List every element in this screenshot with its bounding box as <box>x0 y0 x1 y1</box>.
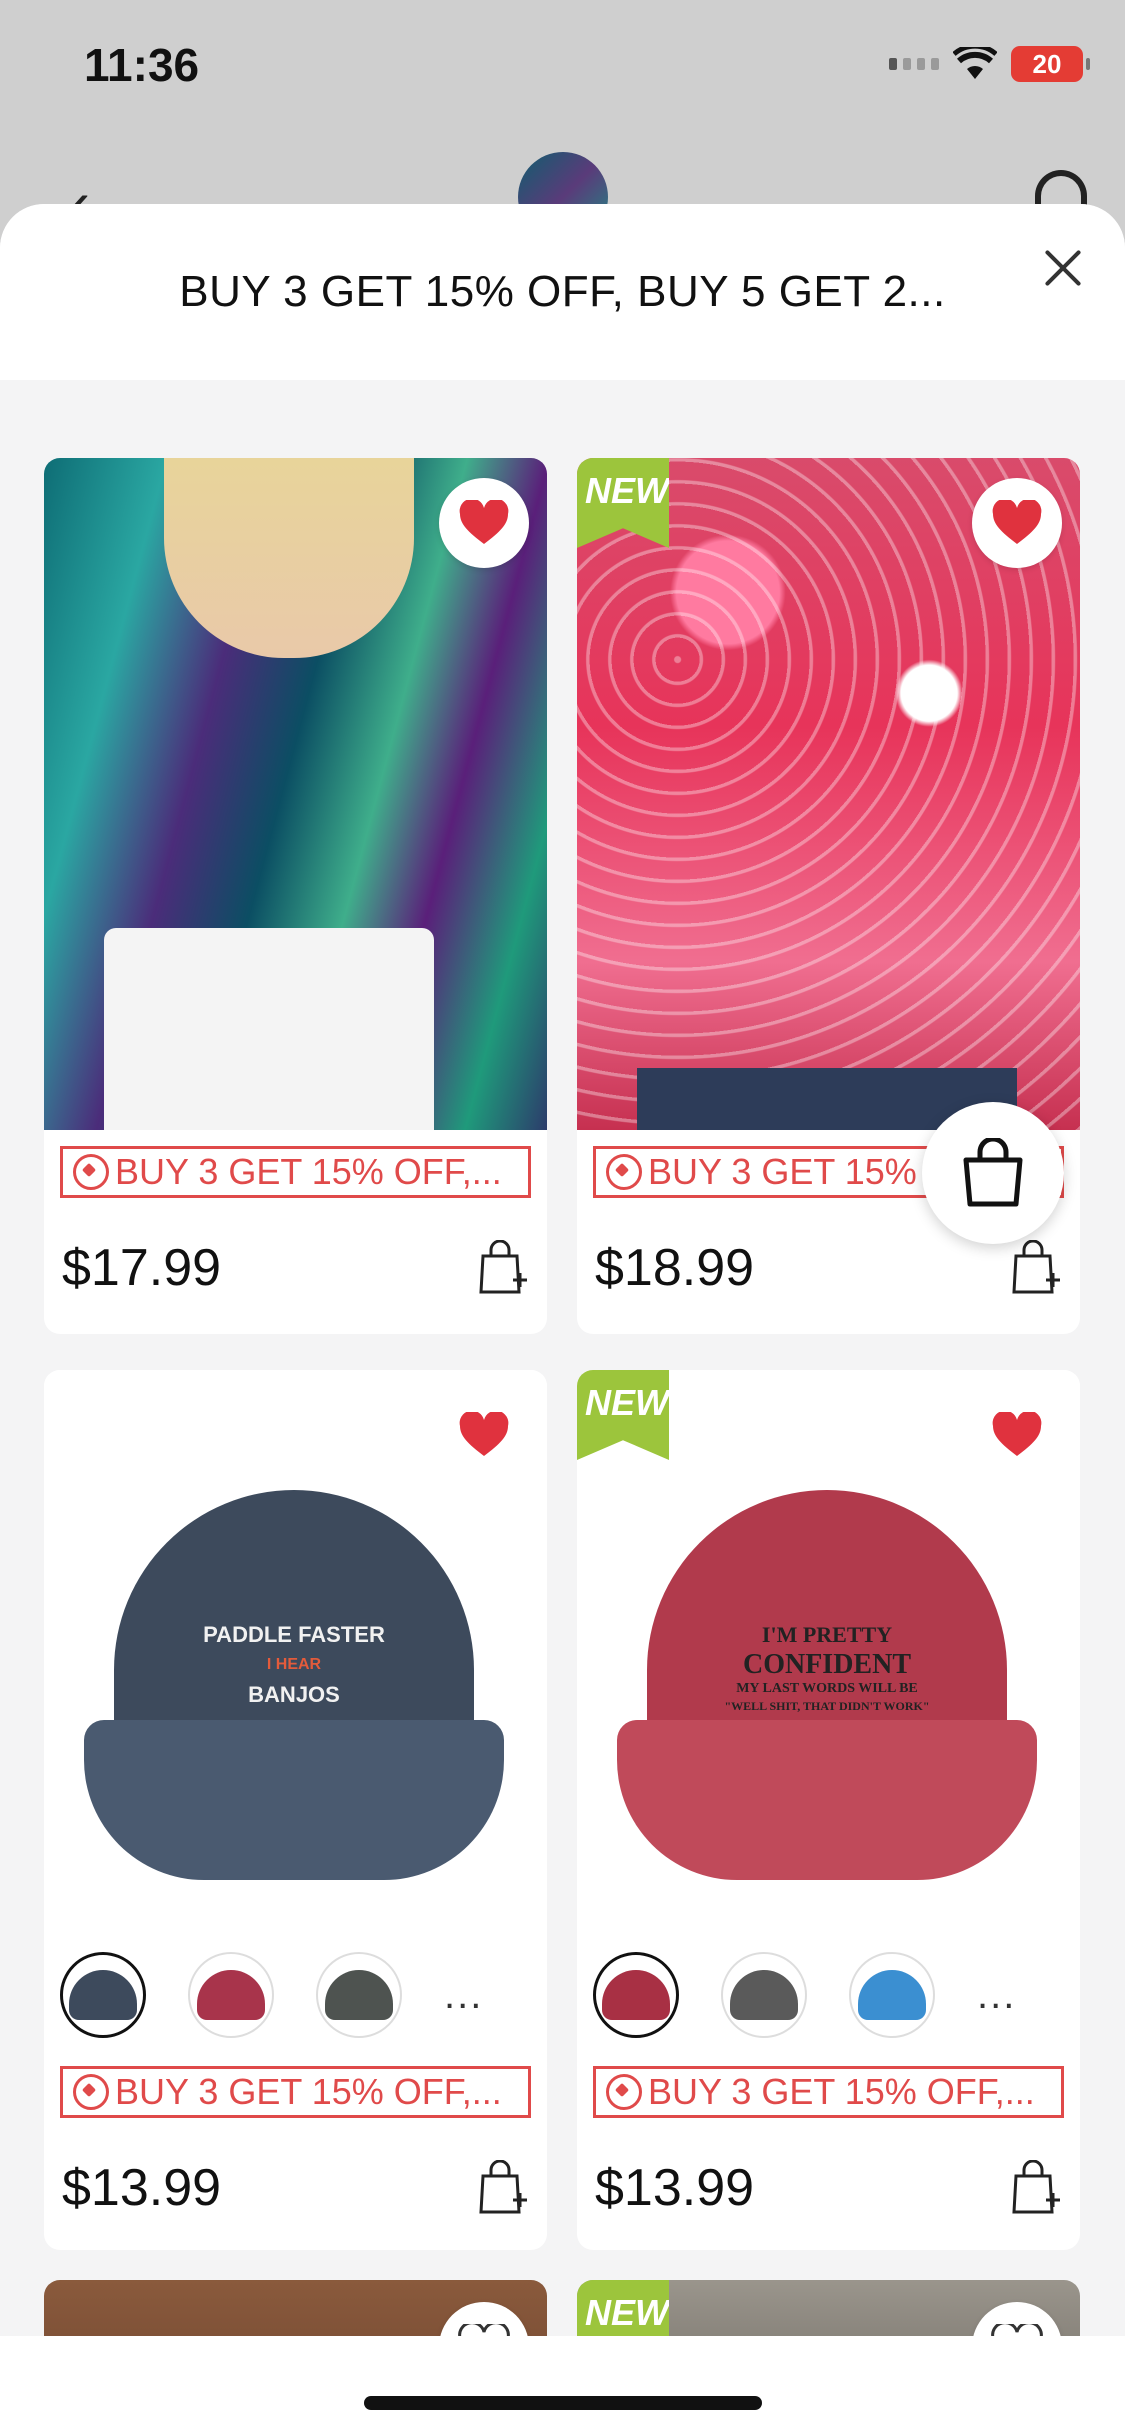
more-colors[interactable]: ... <box>977 1973 1016 2018</box>
home-indicator[interactable] <box>364 2396 762 2410</box>
color-swatches: ... <box>44 1940 547 2050</box>
coupon-tag-icon <box>73 2074 109 2110</box>
signal-icon <box>889 58 939 70</box>
status-icons: 20 <box>889 46 1090 82</box>
status-time: 11:36 <box>84 39 200 91</box>
promotion-sheet: BUY 3 GET 15% OFF, BUY 5 GET 2... BUY 3 … <box>0 204 1125 2436</box>
bottom-safe-area <box>0 2336 1125 2436</box>
add-to-cart-icon[interactable] <box>477 2160 527 2216</box>
promo-text: BUY 3 GET 15% OFF,... <box>115 2071 502 2112</box>
product-image[interactable]: NEW <box>577 458 1080 1130</box>
product-card[interactable]: I'M PRETTY CONFIDENT MY LAST WORDS WILL … <box>577 1370 1080 2250</box>
cap-text-line: I HEAR <box>266 1656 322 1673</box>
product-price: $18.99 <box>595 1239 755 1297</box>
coupon-tag-icon <box>73 1154 109 1190</box>
wishlist-button[interactable] <box>439 478 529 568</box>
color-swatch[interactable] <box>60 1952 146 2038</box>
close-icon[interactable] <box>1041 246 1085 290</box>
heart-icon <box>459 500 509 544</box>
heart-icon <box>992 500 1042 544</box>
wifi-icon <box>953 47 997 79</box>
shopping-bag-icon <box>963 1138 1023 1207</box>
add-to-cart-icon[interactable] <box>477 1240 527 1296</box>
wishlist-button[interactable] <box>972 1390 1062 1480</box>
screen: 11:36 20 ‹ BUY 3 GET 15% OFF, BUY 5 GET … <box>0 0 1125 2436</box>
heart-icon <box>459 1412 509 1456</box>
more-colors[interactable]: ... <box>444 1973 483 2018</box>
price-row: $17.99 <box>44 1198 547 1334</box>
heart-icon <box>992 1412 1042 1456</box>
cap-text-line: "WELL SHIT, THAT DIDN'T WORK" <box>724 1699 930 1713</box>
product-image[interactable] <box>44 458 547 1130</box>
color-swatch[interactable] <box>593 1952 679 2038</box>
add-to-cart-icon[interactable] <box>1010 2160 1060 2216</box>
new-badge: NEW <box>577 1370 669 1460</box>
price-row: $13.99 <box>44 2118 547 2250</box>
sheet-title: BUY 3 GET 15% OFF, BUY 5 GET 2... <box>179 267 946 316</box>
color-swatch[interactable] <box>188 1952 274 2038</box>
sheet-header: BUY 3 GET 15% OFF, BUY 5 GET 2... <box>0 204 1125 380</box>
battery-icon: 20 <box>1011 46 1090 82</box>
product-price: $13.99 <box>62 2159 222 2217</box>
price-row: $13.99 <box>577 2118 1080 2250</box>
coupon-tag-icon <box>606 1154 642 1190</box>
product-card[interactable]: PADDLE FASTER I HEAR BANJOS ... BUY 3 GE… <box>44 1370 547 2250</box>
promo-label[interactable]: BUY 3 GET 15% OFF,... <box>60 1146 531 1198</box>
color-swatch[interactable] <box>849 1952 935 2038</box>
add-to-cart-icon[interactable] <box>1010 1240 1060 1296</box>
cap-text-line: BANJOS <box>248 1682 340 1707</box>
color-swatch[interactable] <box>316 1952 402 2038</box>
color-swatch[interactable] <box>721 1952 807 2038</box>
shopping-bag-button[interactable] <box>922 1102 1064 1244</box>
promo-label[interactable]: BUY 3 GET 15% OFF,... <box>60 2066 531 2118</box>
color-swatches: ... <box>577 1940 1080 2050</box>
cap-illustration: PADDLE FASTER I HEAR BANJOS <box>84 1470 504 1910</box>
wishlist-button[interactable] <box>972 478 1062 568</box>
cap-text-line: PADDLE FASTER <box>203 1622 385 1647</box>
coupon-tag-icon <box>606 2074 642 2110</box>
cap-text-line: I'M PRETTY <box>761 1622 893 1647</box>
product-card[interactable]: BUY 3 GET 15% OFF,... $17.99 <box>44 458 547 1334</box>
promo-label[interactable]: BUY 3 GET 15% OFF,... <box>593 2066 1064 2118</box>
product-image[interactable]: PADDLE FASTER I HEAR BANJOS <box>44 1370 547 1940</box>
cap-text-line: MY LAST WORDS WILL BE <box>736 1681 918 1696</box>
product-price: $17.99 <box>62 1239 222 1297</box>
wishlist-button[interactable] <box>439 1390 529 1480</box>
product-image[interactable]: I'M PRETTY CONFIDENT MY LAST WORDS WILL … <box>577 1370 1080 1940</box>
cap-text-line: CONFIDENT <box>742 1649 911 1680</box>
cap-illustration: I'M PRETTY CONFIDENT MY LAST WORDS WILL … <box>617 1470 1037 1910</box>
promo-text: BUY 3 GET 15% OFF,... <box>115 1151 502 1192</box>
promo-text: BUY 3 GET 15% OFF,... <box>648 2071 1035 2112</box>
product-price: $13.99 <box>595 2159 755 2217</box>
